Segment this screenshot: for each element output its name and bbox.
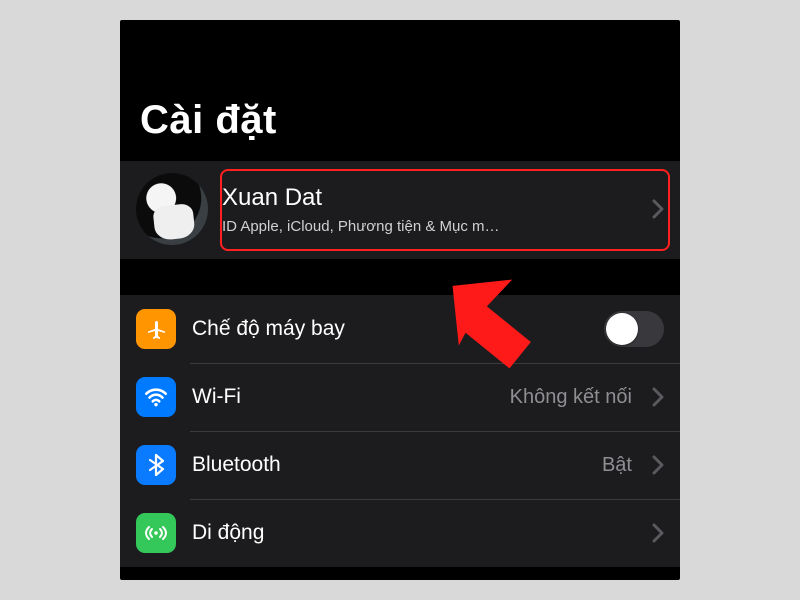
airplane-mode-label: Chế độ máy bay	[192, 317, 588, 341]
cellular-row[interactable]: Di động	[120, 499, 680, 567]
connectivity-group: Chế độ máy bay Wi-Fi Không kết nối	[120, 295, 680, 567]
cellular-icon	[136, 513, 176, 553]
chevron-right-icon	[648, 387, 664, 407]
wifi-row[interactable]: Wi-Fi Không kết nối	[120, 363, 680, 431]
wifi-label: Wi-Fi	[192, 385, 494, 409]
group-separator	[120, 259, 680, 295]
wifi-icon	[136, 377, 176, 417]
cellular-label: Di động	[192, 521, 632, 545]
avatar	[136, 173, 208, 245]
bluetooth-label: Bluetooth	[192, 453, 586, 477]
profile-subtitle: ID Apple, iCloud, Phương tiện & Mục m…	[222, 218, 562, 235]
profile-text: Xuan Dat ID Apple, iCloud, Phương tiện &…	[222, 184, 634, 235]
chevron-right-icon	[648, 523, 664, 543]
profile-name: Xuan Dat	[222, 184, 634, 212]
settings-screen: Cài đặt Xuan Dat ID Apple, iCloud, Phươn…	[120, 20, 680, 580]
bluetooth-row[interactable]: Bluetooth Bật	[120, 431, 680, 499]
wifi-detail: Không kết nối	[510, 386, 632, 409]
chevron-right-icon	[648, 199, 664, 219]
page-title: Cài đặt	[120, 20, 680, 161]
airplane-mode-row[interactable]: Chế độ máy bay	[120, 295, 680, 363]
profile-group: Xuan Dat ID Apple, iCloud, Phương tiện &…	[120, 161, 680, 259]
switch-knob	[606, 313, 638, 345]
airplane-icon	[136, 309, 176, 349]
bluetooth-icon	[136, 445, 176, 485]
bluetooth-detail: Bật	[602, 454, 632, 477]
chevron-right-icon	[648, 455, 664, 475]
apple-id-row[interactable]: Xuan Dat ID Apple, iCloud, Phương tiện &…	[120, 161, 680, 259]
airplane-mode-switch[interactable]	[604, 311, 664, 347]
